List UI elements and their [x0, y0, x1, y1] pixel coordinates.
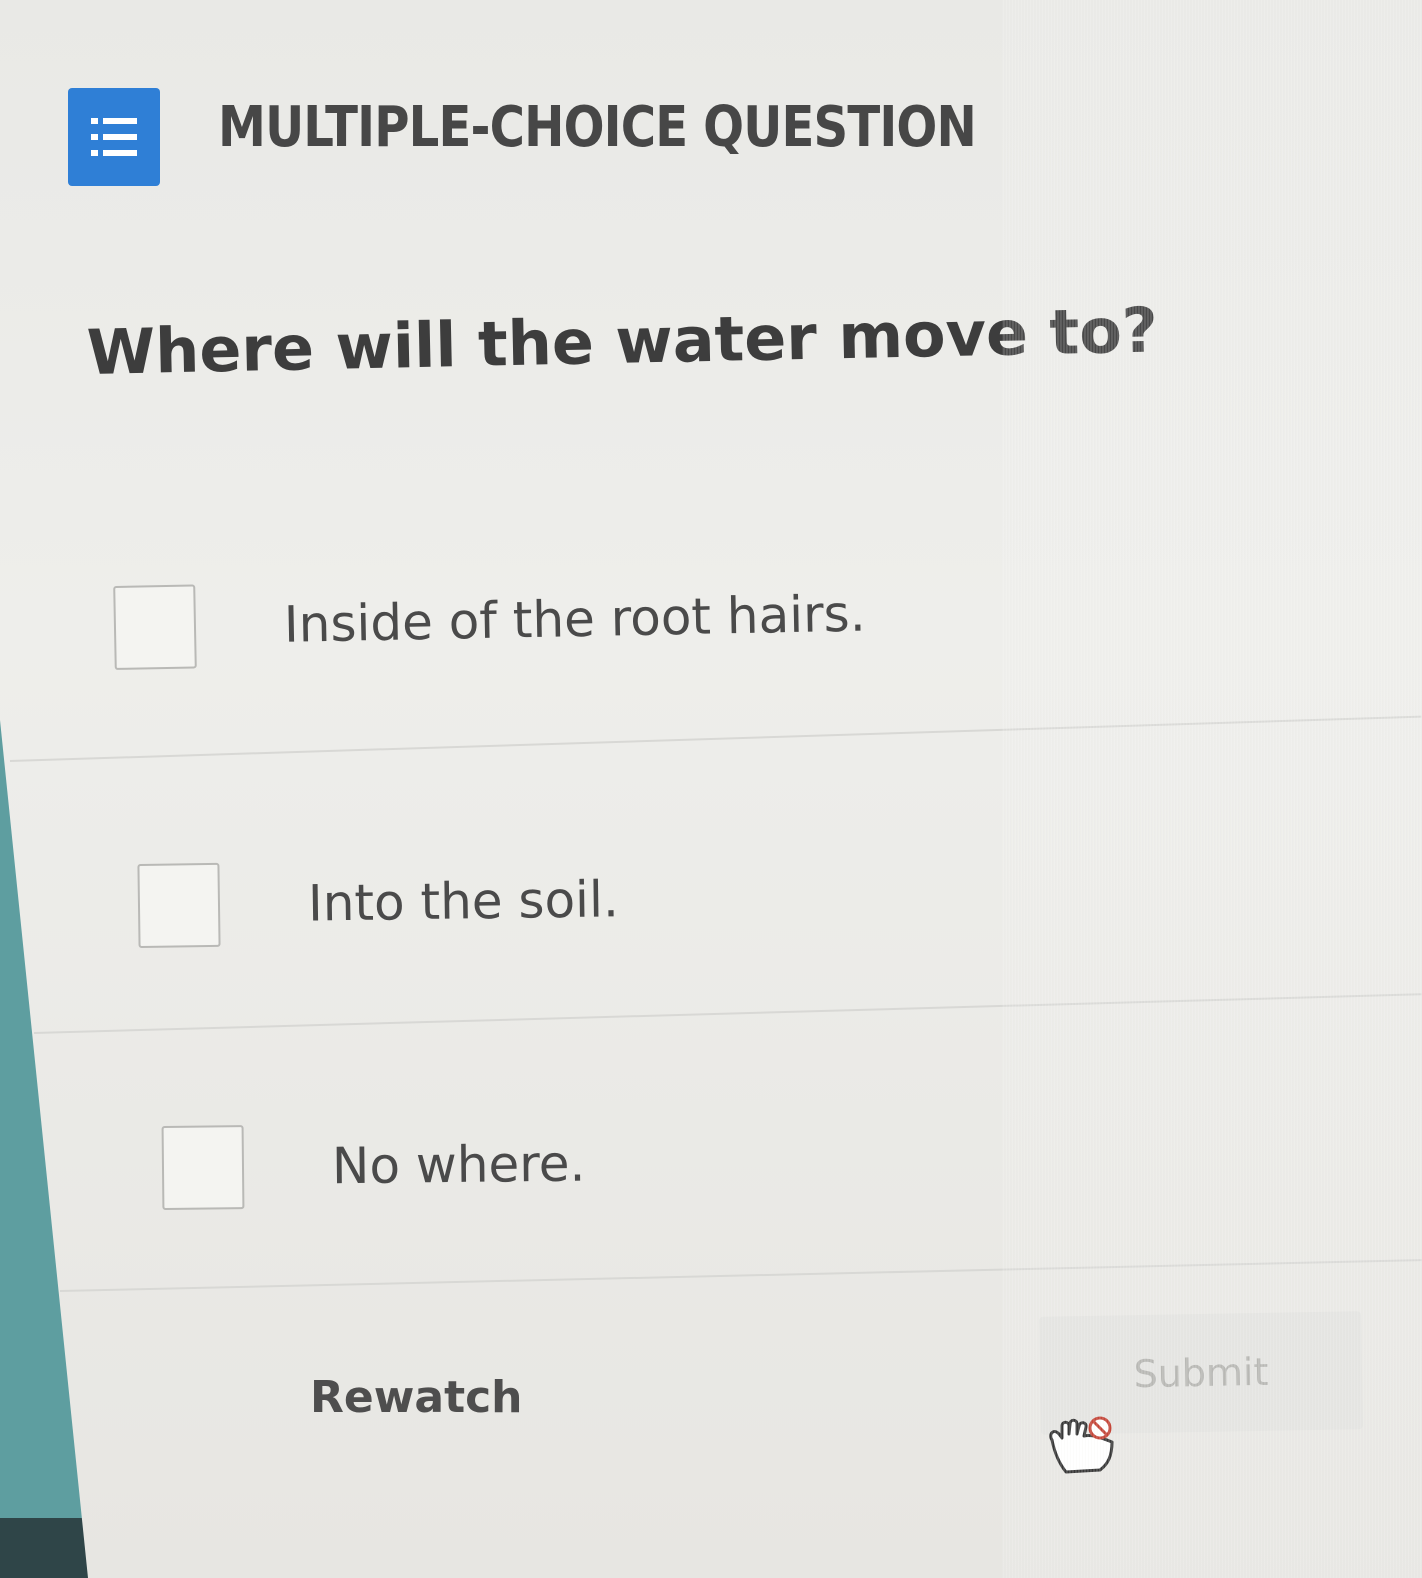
- question-panel: MULTIPLE-CHOICE QUESTION Where will the …: [0, 0, 1422, 1578]
- list-icon: [68, 88, 160, 186]
- answer-option-2[interactable]: Into the soil.: [137, 857, 619, 948]
- answer-label-1: Inside of the root hairs.: [283, 584, 867, 654]
- answer-checkbox-1[interactable]: [113, 584, 197, 670]
- answer-option-1[interactable]: Inside of the root hairs.: [113, 572, 866, 670]
- option-divider: [9, 715, 1422, 762]
- answer-label-2: Into the soil.: [307, 870, 620, 933]
- answer-checkbox-2[interactable]: [137, 862, 221, 948]
- question-type-title: MULTIPLE-CHOICE QUESTION: [218, 94, 977, 160]
- not-allowed-hand-cursor-icon: [1049, 1416, 1114, 1474]
- option-divider: [33, 993, 1422, 1034]
- option-divider: [59, 1259, 1422, 1292]
- answer-option-3[interactable]: No where.: [161, 1122, 586, 1210]
- rewatch-button[interactable]: Rewatch: [310, 1372, 523, 1423]
- answer-label-3: No where.: [331, 1134, 586, 1196]
- question-header: MULTIPLE-CHOICE QUESTION: [68, 88, 1099, 186]
- question-text: Where will the water move to?: [86, 293, 1159, 389]
- submit-label: Submit: [1133, 1349, 1269, 1397]
- answer-checkbox-3[interactable]: [161, 1125, 245, 1210]
